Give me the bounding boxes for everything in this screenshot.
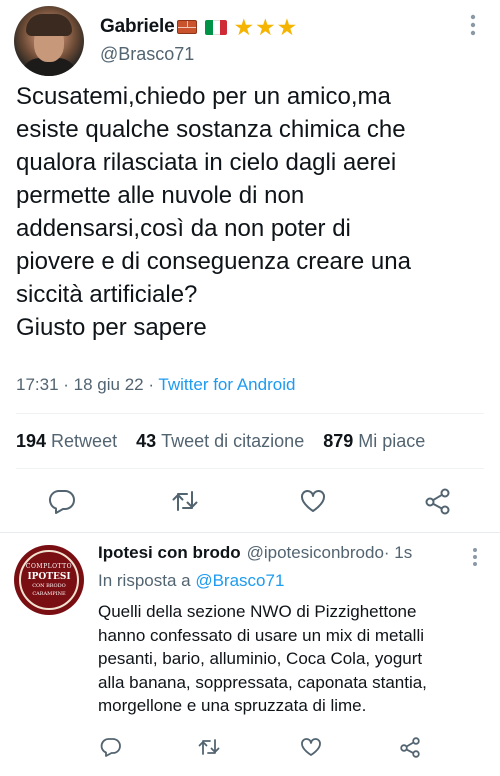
tweet-separator bbox=[0, 532, 500, 533]
divider bbox=[16, 468, 484, 469]
reply-header: Ipotesi con brodo @ipotesiconbrodo · 1s bbox=[98, 543, 412, 567]
divider bbox=[16, 413, 484, 414]
tweet-time[interactable]: 17:31 bbox=[16, 375, 59, 394]
like-icon[interactable] bbox=[299, 735, 323, 759]
tweet-source-link[interactable]: Twitter for Android bbox=[158, 375, 295, 394]
reply-icon[interactable] bbox=[47, 486, 77, 516]
tweet-meta: 17:31 · 18 giu 22 · Twitter for Android bbox=[16, 375, 295, 395]
tweet-actions bbox=[0, 486, 500, 516]
separator-dot: · bbox=[143, 375, 159, 394]
main-tweet: Gabriele ★★★ @Brasco71 Scusatemi,chiedo … bbox=[0, 0, 500, 532]
brick-icon bbox=[177, 20, 198, 34]
reply-actions bbox=[0, 735, 500, 761]
share-icon[interactable] bbox=[423, 486, 453, 516]
reply-icon[interactable] bbox=[99, 735, 123, 759]
logo-seal: COMPLOTTO IPOTESI CON BRODO CARAMPINE bbox=[19, 550, 79, 610]
stars-icon: ★★★ bbox=[233, 13, 299, 40]
retweet-icon[interactable] bbox=[170, 486, 200, 516]
author-name-row[interactable]: Gabriele ★★★ bbox=[100, 14, 298, 40]
more-options-icon[interactable] bbox=[472, 547, 478, 567]
reply-text: Quelli della sezione NWO di Pizzighetton… bbox=[98, 602, 427, 715]
display-name[interactable]: Ipotesi con brodo bbox=[98, 543, 241, 563]
tweet-date[interactable]: 18 giu 22 bbox=[74, 375, 144, 394]
reply-to-link[interactable]: @Brasco71 bbox=[195, 571, 284, 590]
tweet-stats: 194 Retweet 43 Tweet di citazione 879 Mi pi… bbox=[16, 431, 444, 452]
author-handle[interactable]: @Brasco71 bbox=[100, 44, 194, 65]
tweet-text: Scusatemi,chiedo per un amico,ma esiste … bbox=[16, 83, 411, 341]
separator-dot: · bbox=[58, 375, 74, 394]
like-icon[interactable] bbox=[298, 486, 328, 516]
italy-flag-icon bbox=[205, 19, 228, 35]
quote-count[interactable]: 43 Tweet di citazione bbox=[136, 431, 304, 452]
reply-context: In risposta a @Brasco71 bbox=[98, 571, 285, 590]
more-options-icon[interactable] bbox=[470, 14, 476, 36]
avatar[interactable] bbox=[14, 6, 84, 76]
like-count[interactable]: 879 Mi piace bbox=[323, 431, 425, 452]
tweet-time[interactable]: · 1s bbox=[384, 543, 412, 563]
author-handle[interactable]: @ipotesiconbrodo bbox=[247, 543, 384, 563]
share-icon[interactable] bbox=[398, 735, 422, 759]
retweet-icon[interactable] bbox=[197, 735, 221, 759]
avatar[interactable]: COMPLOTTO IPOTESI CON BRODO CARAMPINE bbox=[14, 545, 84, 615]
retweet-count[interactable]: 194 Retweet bbox=[16, 431, 117, 452]
display-name[interactable]: Gabriele bbox=[100, 16, 175, 38]
